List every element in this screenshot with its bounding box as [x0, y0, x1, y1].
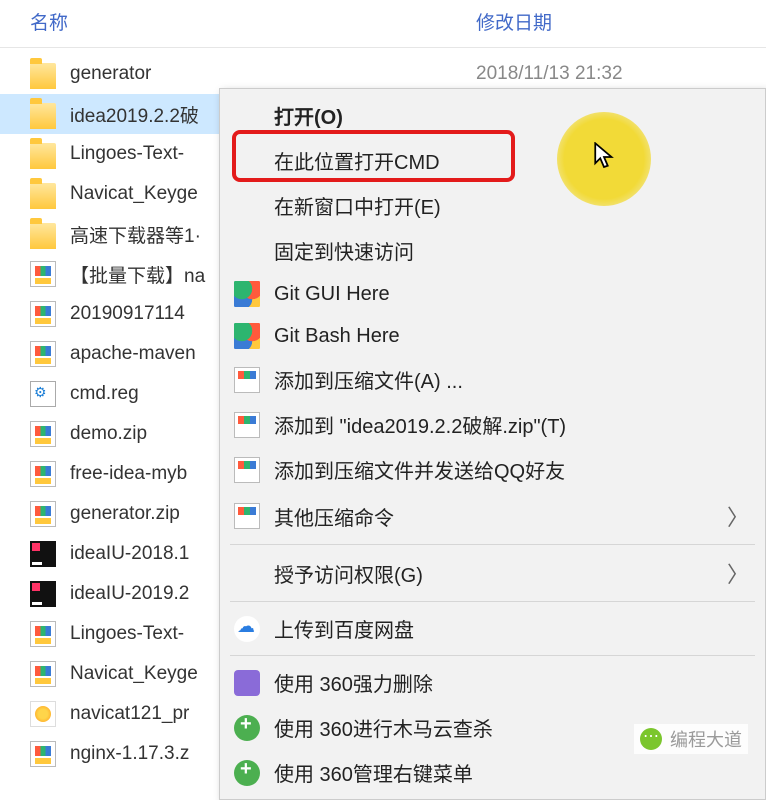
context-menu: 打开(O) 在此位置打开CMD 在新窗口中打开(E) 固定到快速访问 Git G…	[219, 88, 766, 800]
folder-icon	[30, 63, 56, 89]
menu-label: 使用 360管理右键菜单	[274, 758, 749, 787]
menu-separator	[230, 601, 755, 602]
folder-icon	[30, 103, 56, 129]
folder-icon	[30, 143, 56, 169]
menu-360-delete[interactable]: 使用 360强力删除	[222, 660, 763, 705]
zip-icon	[30, 261, 56, 287]
shredder-icon	[234, 670, 260, 696]
empty-icon	[234, 148, 260, 174]
zip-icon	[30, 301, 56, 327]
menu-open-new-window[interactable]: 在新窗口中打开(E)	[222, 183, 763, 228]
menu-open-cmd-here[interactable]: 在此位置打开CMD	[222, 138, 763, 183]
menu-grant-access[interactable]: 授予访问权限(G) 〉	[222, 549, 763, 597]
zip-icon	[30, 621, 56, 647]
menu-label: 其他压缩命令	[274, 502, 727, 531]
empty-icon	[234, 193, 260, 219]
ij-icon	[30, 541, 56, 567]
zip-icon	[30, 661, 56, 687]
shield-plus-icon	[234, 760, 260, 786]
ij-icon	[30, 581, 56, 607]
menu-pin-quick-access[interactable]: 固定到快速访问	[222, 228, 763, 273]
menu-label: 授予访问权限(G)	[274, 559, 727, 588]
menu-label: 上传到百度网盘	[274, 614, 749, 643]
menu-label: 添加到 "idea2019.2.2破解.zip"(T)	[274, 410, 749, 439]
reg-icon	[30, 381, 56, 407]
empty-icon	[234, 238, 260, 264]
menu-git-gui[interactable]: Git GUI Here	[222, 273, 763, 315]
folder-icon	[30, 183, 56, 209]
folder-icon	[30, 223, 56, 249]
menu-add-send-qq[interactable]: 添加到压缩文件并发送给QQ好友	[222, 447, 763, 492]
archive-icon	[234, 412, 260, 438]
cloud-icon	[234, 616, 260, 642]
menu-other-compress[interactable]: 其他压缩命令 〉	[222, 492, 763, 540]
empty-icon	[234, 103, 260, 129]
column-header-date[interactable]: 修改日期	[476, 8, 736, 35]
menu-label: 使用 360强力删除	[274, 668, 749, 697]
chevron-right-icon: 〉	[727, 557, 749, 589]
file-date: 2018/11/13 21:32	[476, 63, 736, 85]
watermark-text: 编程大道	[670, 726, 742, 752]
git-icon	[234, 323, 260, 349]
menu-add-archive[interactable]: 添加到压缩文件(A) ...	[222, 357, 763, 402]
watermark: 编程大道	[634, 724, 748, 754]
menu-label: Git Bash Here	[274, 325, 749, 348]
zip-icon	[30, 421, 56, 447]
shield-plus-icon	[234, 715, 260, 741]
menu-add-zip[interactable]: 添加到 "idea2019.2.2破解.zip"(T)	[222, 402, 763, 447]
zip-icon	[30, 341, 56, 367]
archive-icon	[234, 457, 260, 483]
file-name: generator	[70, 63, 476, 85]
zip-icon	[30, 501, 56, 527]
archive-icon	[234, 503, 260, 529]
menu-open[interactable]: 打开(O)	[222, 93, 763, 138]
menu-git-bash[interactable]: Git Bash Here	[222, 315, 763, 357]
column-header-row: 名称 修改日期	[0, 0, 766, 48]
menu-label: 添加到压缩文件(A) ...	[274, 365, 749, 394]
menu-label: Git GUI Here	[274, 283, 749, 306]
menu-label: 在新窗口中打开(E)	[274, 191, 749, 220]
git-icon	[234, 281, 260, 307]
menu-label: 添加到压缩文件并发送给QQ好友	[274, 455, 749, 484]
menu-separator	[230, 544, 755, 545]
zip-icon	[30, 741, 56, 767]
column-header-name[interactable]: 名称	[30, 8, 476, 35]
menu-label: 在此位置打开CMD	[274, 146, 749, 175]
wechat-icon	[640, 728, 662, 750]
menu-baidu-upload[interactable]: 上传到百度网盘	[222, 606, 763, 651]
zip-icon	[30, 461, 56, 487]
navicat-icon	[30, 701, 56, 727]
chevron-right-icon: 〉	[727, 500, 749, 532]
menu-label: 固定到快速访问	[274, 236, 749, 265]
menu-label: 打开(O)	[274, 101, 749, 130]
archive-icon	[234, 367, 260, 393]
menu-separator	[230, 655, 755, 656]
empty-icon	[234, 560, 260, 586]
menu-360-context[interactable]: 使用 360管理右键菜单	[222, 750, 763, 795]
